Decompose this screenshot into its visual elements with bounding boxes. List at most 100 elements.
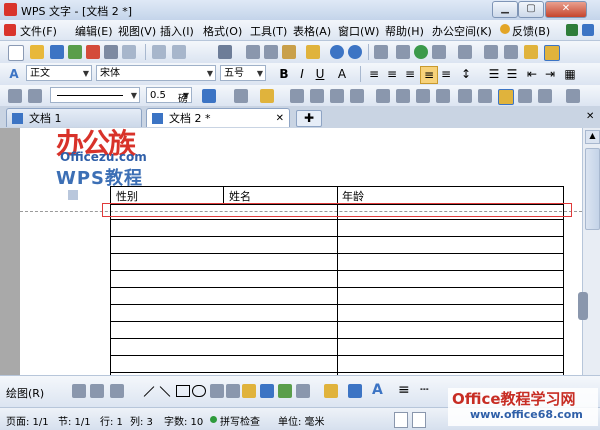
line-color-icon[interactable] (348, 384, 362, 398)
table-row[interactable] (111, 339, 563, 356)
spell-check-icon[interactable] (152, 45, 166, 59)
table-row[interactable] (111, 356, 563, 373)
gridlines-icon[interactable] (538, 89, 552, 103)
picture-icon[interactable] (278, 384, 292, 398)
underline-button[interactable]: U (312, 66, 328, 82)
diagram-icon[interactable] (296, 384, 310, 398)
maximize-button[interactable]: ▢ (518, 1, 544, 18)
menu-window[interactable]: 窗口(W) (338, 23, 379, 39)
close-button[interactable]: ✕ (545, 1, 587, 18)
dash-style-icon[interactable]: ┄ (420, 382, 428, 398)
line-style-select[interactable]: ▼ (50, 87, 140, 103)
split-cells-icon[interactable] (330, 89, 344, 103)
paste-icon[interactable] (282, 45, 296, 59)
table-row[interactable] (111, 305, 563, 322)
menu-office-space[interactable]: 办公空间(K) (432, 23, 492, 39)
line-spacing-icon[interactable]: ↕ (458, 66, 474, 82)
table-style-icon[interactable] (498, 89, 514, 105)
table-move-handle-icon[interactable] (68, 190, 78, 200)
minimize-button[interactable]: ▁ (492, 1, 518, 18)
save-icon[interactable] (50, 45, 64, 59)
table-more-icon[interactable] (566, 89, 580, 103)
table-row[interactable] (111, 288, 563, 305)
columns-icon[interactable] (458, 45, 472, 59)
font-size-select[interactable]: 五号 ▼ (220, 65, 266, 81)
line-icon[interactable] (143, 386, 155, 397)
menu-view[interactable]: 视图(V) (118, 23, 156, 39)
header-cell-gender[interactable]: 性别 (116, 188, 138, 204)
fill-color-icon[interactable] (324, 384, 338, 398)
bullets-icon[interactable]: ☰ (504, 66, 520, 82)
menu-file[interactable]: 文件(F) (20, 23, 57, 39)
oval-icon[interactable] (192, 385, 206, 397)
sum-icon[interactable] (478, 89, 492, 103)
style-icon[interactable]: A (6, 66, 22, 82)
hyperlink-icon[interactable] (414, 45, 428, 59)
page-nav-handle[interactable] (578, 292, 588, 320)
table-row[interactable] (111, 271, 563, 288)
text-direction-icon[interactable] (376, 89, 390, 103)
menu-tools[interactable]: 工具(T) (250, 23, 287, 39)
new-document-icon[interactable] (8, 45, 24, 61)
merge-cells-icon[interactable] (310, 89, 324, 103)
distribute-rows-icon[interactable] (396, 89, 410, 103)
undo-icon[interactable] (330, 45, 344, 59)
wordart-icon[interactable] (260, 384, 274, 398)
menu-edit[interactable]: 编辑(E) (75, 23, 113, 39)
table-row[interactable] (111, 322, 563, 339)
open-icon[interactable] (30, 45, 44, 59)
insert-table-icon[interactable] (374, 45, 388, 59)
scrollbar-thumb[interactable] (585, 148, 600, 230)
table-row[interactable] (111, 237, 563, 254)
menu-feedback[interactable]: 反馈(B) (512, 23, 550, 39)
cell-align-icon[interactable] (350, 89, 364, 103)
table-icon[interactable] (432, 45, 446, 59)
style-select[interactable]: 正文 ▼ (26, 65, 92, 81)
export-pdf-icon[interactable] (86, 45, 100, 59)
doc-map-icon[interactable] (524, 45, 538, 59)
spell-check-toggle[interactable]: 拼写检查 (220, 413, 260, 428)
print-icon[interactable] (104, 45, 118, 59)
print-preview-icon[interactable] (122, 45, 136, 59)
menu-format[interactable]: 格式(O) (203, 23, 242, 39)
help-icon[interactable] (566, 24, 578, 36)
vertical-scrollbar[interactable]: ▲ (578, 128, 600, 375)
header-cell-name[interactable]: 姓名 (229, 188, 251, 204)
wps-menu-icon[interactable] (4, 24, 16, 36)
format-painter-icon[interactable] (306, 45, 320, 59)
traditional-chinese-icon[interactable] (218, 45, 232, 59)
font-effect-button[interactable]: A (334, 66, 350, 82)
close-document-icon[interactable]: ✕ (586, 111, 594, 122)
redo-icon[interactable] (348, 45, 362, 59)
table-row[interactable] (111, 254, 563, 271)
drawing-icon[interactable] (484, 45, 498, 59)
menu-insert[interactable]: 插入(I) (160, 23, 194, 39)
vertical-text-box-icon[interactable] (226, 384, 240, 398)
header-cell-age[interactable]: 年龄 (342, 188, 364, 204)
autoshapes-icon[interactable] (110, 384, 124, 398)
scroll-up-arrow-icon[interactable]: ▲ (585, 130, 600, 144)
font-select[interactable]: 宋体 ▼ (96, 65, 216, 81)
table-row[interactable] (111, 220, 563, 237)
autofit-icon[interactable] (436, 89, 450, 103)
tab-document-2[interactable]: 文档 2 * ✕ (146, 108, 290, 127)
show-hide-marks-icon[interactable] (504, 45, 518, 59)
align-center-icon[interactable]: ≡ (384, 66, 400, 82)
increase-indent-icon[interactable]: ⇥ (542, 66, 558, 82)
close-tab-icon[interactable]: ✕ (276, 109, 284, 128)
copy-icon[interactable] (264, 45, 278, 59)
web-view-icon[interactable] (412, 412, 426, 428)
justify-icon[interactable]: ≡ (420, 66, 438, 84)
border-icon[interactable]: ▦ (562, 66, 578, 82)
draw-table-icon[interactable] (8, 89, 22, 103)
numbering-icon[interactable]: ☰ (486, 66, 502, 82)
align-right-icon[interactable]: ≡ (402, 66, 418, 82)
document-review-icon[interactable] (172, 45, 186, 59)
italic-button[interactable]: I (294, 66, 310, 82)
select-objects-icon[interactable] (72, 384, 86, 398)
shading-icon[interactable] (260, 89, 274, 103)
sort-icon[interactable] (458, 89, 472, 103)
document-page[interactable]: 办公族 Officezu.com WPS教程 性别 姓名 年龄 (20, 127, 582, 407)
table-properties-icon[interactable] (518, 89, 532, 103)
reading-layout-icon[interactable] (544, 45, 560, 61)
